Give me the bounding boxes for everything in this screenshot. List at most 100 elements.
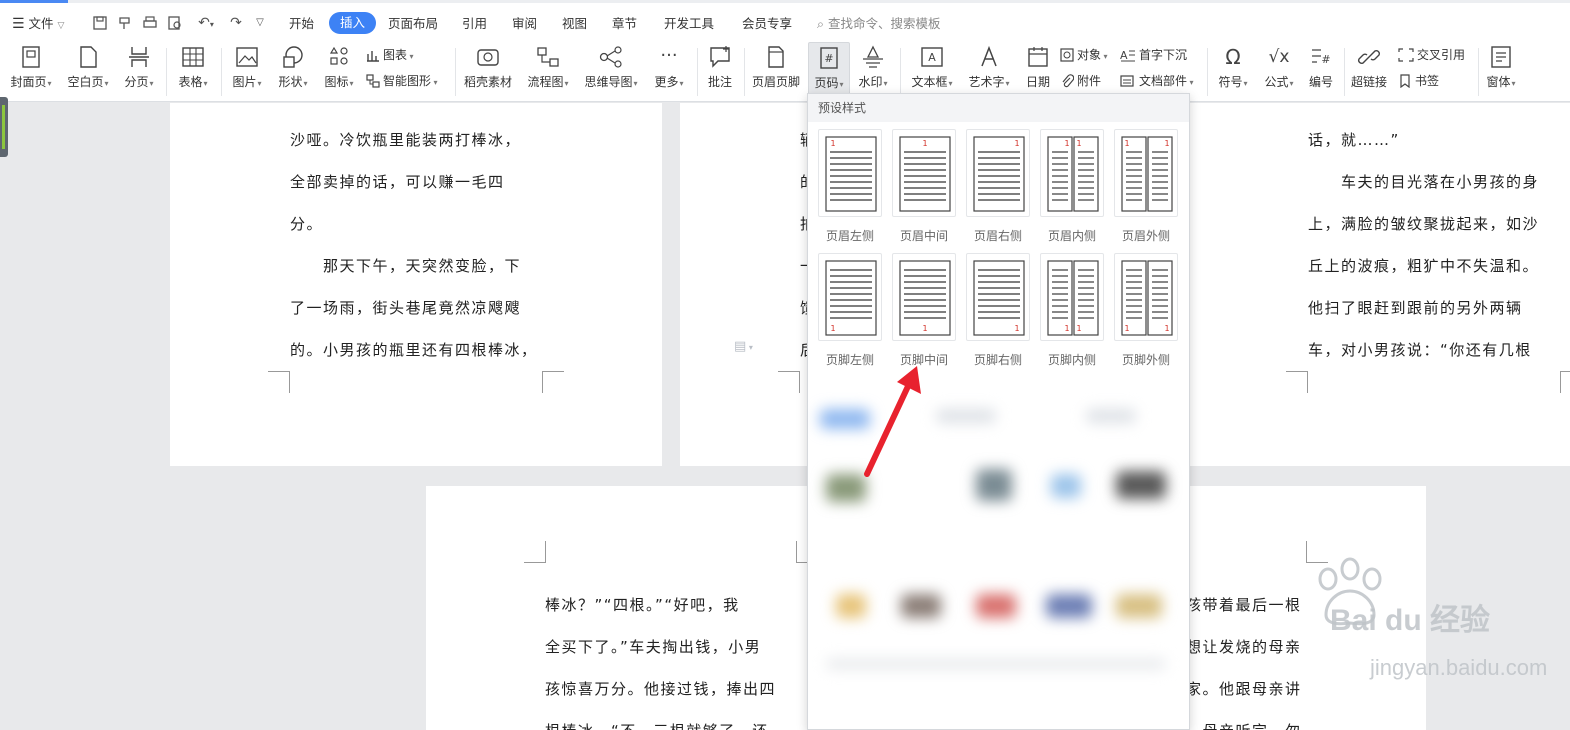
redo-icon[interactable]: ↷ bbox=[228, 15, 244, 31]
paperclip-icon bbox=[1062, 74, 1075, 88]
page-top-left[interactable]: 沙哑。冷饮瓶里能装两打棒冰， 全部卖掉的话，可以赚一毛四 分。 那天下午，天突然… bbox=[170, 103, 662, 466]
shape-button[interactable]: 形状▾ bbox=[272, 42, 314, 100]
tab-chapter[interactable]: 章节 bbox=[612, 13, 637, 35]
comment-button[interactable]: 批注 bbox=[702, 42, 738, 100]
crop-mark bbox=[268, 371, 290, 393]
page-break-label: 分页 bbox=[124, 75, 149, 89]
page-number-style-footer-inner[interactable]: 11 bbox=[1040, 253, 1104, 341]
page-number-style-header-center[interactable]: 1 bbox=[892, 129, 956, 217]
page-break-button[interactable]: 分页▾ bbox=[118, 42, 160, 100]
header-footer-button[interactable]: 页眉页脚 bbox=[748, 42, 804, 100]
flowchart-icon bbox=[537, 47, 559, 67]
cover-page-label: 封面页 bbox=[10, 75, 47, 89]
attachment-label: 附件 bbox=[1077, 74, 1102, 88]
cover-page-button[interactable]: 封面页▾ bbox=[4, 42, 58, 100]
watermark-icon bbox=[863, 45, 883, 68]
text-line: 想让发烧的母亲 bbox=[1186, 638, 1302, 656]
flowchart-button[interactable]: 流程图▾ bbox=[522, 42, 574, 100]
tab-home[interactable]: 开始 bbox=[289, 13, 314, 35]
shape-label: 形状 bbox=[278, 75, 303, 89]
formula-button[interactable]: √x 公式▾ bbox=[1258, 42, 1300, 100]
page-number-style-footer-right[interactable]: 1 bbox=[966, 253, 1030, 341]
menu-bar: ☰ 文件 ▽ ↶▾ ↷ ▽ 开始 插入 页面布局 引用 审阅 视图 章节 开发工… bbox=[0, 0, 1570, 42]
bookmark-button[interactable]: 书签 bbox=[1398, 72, 1439, 90]
page-number-digit: 1 bbox=[922, 139, 927, 148]
table-label: 表格 bbox=[178, 75, 203, 89]
numbering-icon: # bbox=[1312, 49, 1331, 66]
mindmap-button[interactable]: 思维导图▾ bbox=[580, 42, 642, 100]
symbol-label: 符号 bbox=[1218, 75, 1243, 89]
icon-button[interactable]: 图标▾ bbox=[318, 42, 360, 100]
docer-material-button[interactable]: 稻壳素材 bbox=[460, 42, 516, 100]
table-button[interactable]: 表格▾ bbox=[172, 42, 214, 100]
tab-references[interactable]: 引用 bbox=[462, 13, 487, 35]
print-icon[interactable] bbox=[142, 15, 158, 31]
print-preview-icon[interactable] bbox=[167, 15, 183, 31]
format-painter-icon[interactable] bbox=[117, 15, 133, 31]
page-layout-icon: 11 bbox=[1047, 260, 1099, 336]
picture-button[interactable]: 图片▾ bbox=[226, 42, 268, 100]
smartart-button[interactable]: 智能图形 ▾ bbox=[366, 72, 438, 90]
object-button[interactable]: 对象 ▾ bbox=[1060, 46, 1108, 64]
blank-page-icon bbox=[80, 46, 97, 68]
numbering-button[interactable]: # 编号 bbox=[1304, 42, 1338, 100]
tab-review[interactable]: 审阅 bbox=[512, 13, 537, 35]
cross-reference-label: 交叉引用 bbox=[1417, 48, 1466, 62]
doc-parts-button[interactable]: 文档部件 ▾ bbox=[1120, 72, 1194, 90]
page-number-style-footer-left[interactable]: 1 bbox=[818, 253, 882, 341]
textbox-label: 文本框 bbox=[911, 75, 948, 89]
drop-cap-button[interactable]: A 首字下沉 bbox=[1120, 46, 1187, 64]
numbering-label: 编号 bbox=[1308, 75, 1333, 89]
page-top-right[interactable]: 话，就……” 车夫的目光落在小男孩的身 上，满脸的皱纹聚拢起来，如沙 丘上的波痕… bbox=[1190, 103, 1570, 466]
tab-view[interactable]: 视图 bbox=[562, 13, 587, 35]
wordart-label: 艺术字 bbox=[968, 75, 1005, 89]
chart-button[interactable]: 图表 ▾ bbox=[366, 46, 414, 64]
text-line: 棒冰？”“四根。”“好吧，我 bbox=[545, 596, 740, 614]
more-button[interactable]: ··· 更多▾ bbox=[648, 42, 690, 100]
undo-icon[interactable]: ↶▾ bbox=[193, 15, 219, 31]
textbox-icon: A bbox=[921, 47, 943, 67]
tab-insert[interactable]: 插入 bbox=[329, 12, 377, 34]
tab-developer[interactable]: 开发工具 bbox=[664, 13, 714, 35]
text-line: 上，满脸的皱纹聚拢起来，如沙 bbox=[1308, 215, 1540, 233]
blank-page-button[interactable]: 空白页▾ bbox=[62, 42, 114, 100]
doc-parts-icon bbox=[1120, 75, 1134, 87]
tab-page-layout[interactable]: 页面布局 bbox=[388, 13, 438, 35]
header-footer-icon bbox=[768, 46, 784, 68]
page-number-style-header-inner[interactable]: 11 bbox=[1040, 129, 1104, 217]
save-icon[interactable] bbox=[92, 15, 108, 31]
omega-icon: Ω bbox=[1225, 45, 1241, 69]
file-menu-label: 文件 bbox=[28, 16, 54, 31]
page-number-digit: 1 bbox=[1124, 324, 1129, 333]
attachment-button[interactable]: 附件 bbox=[1060, 72, 1101, 90]
chart-label: 图表 bbox=[383, 48, 408, 62]
date-button[interactable]: 日期 bbox=[1020, 42, 1056, 100]
watermark-button[interactable]: 水印▾ bbox=[852, 42, 894, 100]
doc-parts-label: 文档部件 bbox=[1139, 74, 1188, 88]
bookmark-label: 书签 bbox=[1415, 74, 1440, 88]
wordart-button[interactable]: 艺术字▾ bbox=[962, 42, 1016, 100]
search-box[interactable]: ⌕ 查找命令、搜索模板 bbox=[817, 13, 941, 35]
window-form-button[interactable]: 窗体▾ bbox=[1482, 42, 1520, 100]
page-number-digit: 1 bbox=[1076, 139, 1081, 148]
page-number-style-header-right[interactable]: 1 bbox=[966, 129, 1030, 217]
textbox-button[interactable]: A 文本框▾ bbox=[906, 42, 958, 100]
customize-toolbar-icon[interactable]: ▽ bbox=[252, 15, 268, 31]
tab-member[interactable]: 会员专享 bbox=[742, 13, 792, 35]
hyperlink-button[interactable]: 超链接 bbox=[1348, 42, 1390, 100]
text-line: 丘上的波痕，粗犷中不失温和。 bbox=[1308, 257, 1540, 275]
date-label: 日期 bbox=[1025, 75, 1050, 89]
page-number-style-label: 页眉右侧 bbox=[973, 229, 1022, 243]
page-number-button[interactable]: # 页码▾ bbox=[808, 42, 850, 100]
svg-text:A: A bbox=[928, 51, 936, 64]
page-number-style-header-left[interactable]: 1 bbox=[818, 129, 882, 217]
text-line: 他扫了眼赶到跟前的另外两辆 bbox=[1308, 299, 1523, 317]
cross-reference-button[interactable]: 交叉引用 bbox=[1398, 46, 1465, 64]
file-menu[interactable]: ☰ 文件 ▽ bbox=[12, 13, 64, 35]
symbol-button[interactable]: Ω 符号▾ bbox=[1212, 42, 1254, 100]
page-number-style-footer-outer[interactable]: 11 bbox=[1114, 253, 1178, 341]
paragraph-options-icon[interactable]: ▤ ▾ bbox=[734, 339, 753, 354]
page-number-digit: 1 bbox=[1164, 324, 1169, 333]
page-number-style-footer-center[interactable]: 1 bbox=[892, 253, 956, 341]
page-number-style-header-outer[interactable]: 11 bbox=[1114, 129, 1178, 217]
